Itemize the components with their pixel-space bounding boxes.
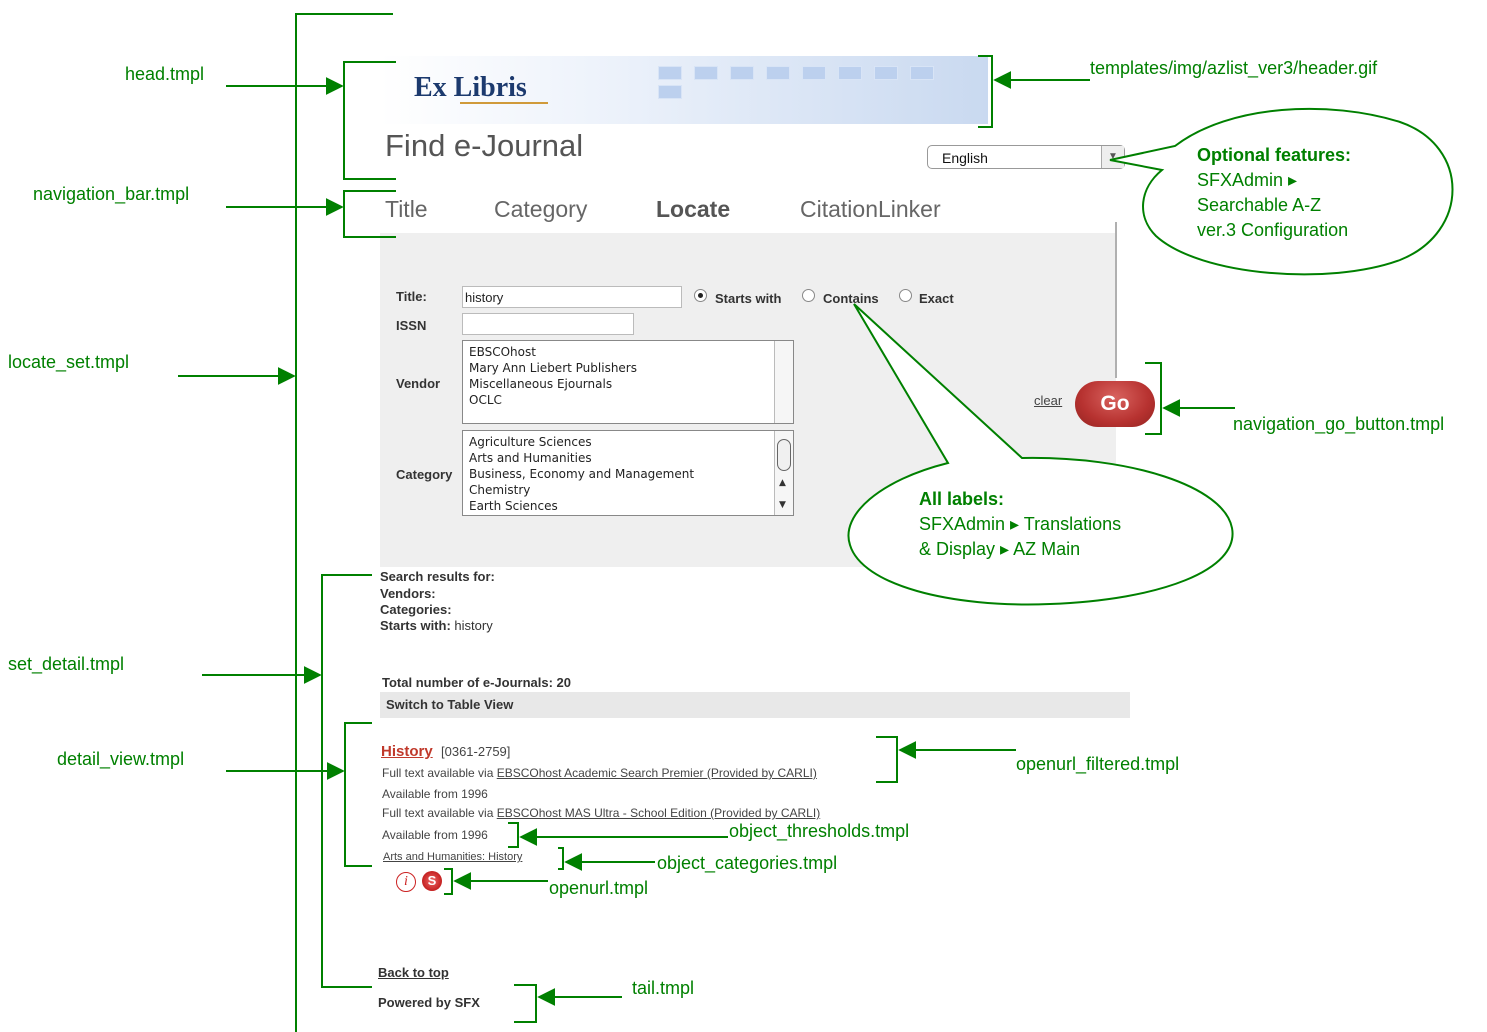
optional-line-2: Searchable A-Z xyxy=(1197,195,1322,215)
vendor-label: Vendor xyxy=(396,376,441,391)
title-label: Title: xyxy=(396,289,427,304)
scroll-down-icon[interactable]: ▼ xyxy=(779,497,786,513)
header-pattern xyxy=(658,66,978,99)
tab-category[interactable]: Category xyxy=(494,196,587,223)
tab-title[interactable]: Title xyxy=(385,196,428,223)
list-item[interactable]: OCLC xyxy=(469,392,787,408)
logo-underline xyxy=(460,102,548,104)
list-item[interactable]: Business, Economy and Management xyxy=(469,466,787,482)
radio-label-starts-with: Starts with xyxy=(715,291,782,306)
detail-view-bracket xyxy=(344,722,372,867)
set-detail-bracket xyxy=(321,574,372,988)
category-scrollbar[interactable]: ▲ ▼ xyxy=(774,431,793,515)
label-head: head.tmpl xyxy=(125,64,205,84)
vendors-line: Vendors: xyxy=(380,586,436,601)
issn-input[interactable] xyxy=(462,313,634,335)
back-to-top-link[interactable]: Back to top xyxy=(378,965,449,980)
label-navigation-bar: navigation_bar.tmpl xyxy=(33,184,190,204)
list-item[interactable]: Chemistry xyxy=(469,482,787,498)
all-labels-title: All labels: xyxy=(919,489,1005,509)
thresholds-bracket xyxy=(508,822,519,848)
powered-by: Powered by SFX xyxy=(378,995,480,1010)
radio-contains[interactable] xyxy=(802,289,815,302)
fulltext-line-1: Full text available via EBSCOhost Academ… xyxy=(382,766,817,780)
search-results-heading: Search results for: xyxy=(380,569,495,584)
openurl-filtered-bracket xyxy=(876,736,898,783)
radio-starts-with[interactable] xyxy=(694,289,707,302)
vendor-scrollbar[interactable] xyxy=(774,341,793,423)
list-item[interactable]: Mary Ann Liebert Publishers xyxy=(469,360,787,376)
label-openurl: openurl.tmpl xyxy=(549,878,649,898)
label-go-button: navigation_go_button.tmpl xyxy=(1233,414,1445,434)
labels-line-2: & Display ▸ AZ Main xyxy=(919,539,1081,559)
list-item[interactable]: Arts and Humanities xyxy=(469,450,787,466)
label-object-categories: object_categories.tmpl xyxy=(657,853,838,873)
label-openurl-filtered: openurl_filtered.tmpl xyxy=(1016,754,1180,774)
optional-features-title: Optional features: xyxy=(1197,145,1352,165)
label-detail-view: detail_view.tmpl xyxy=(57,749,185,769)
categories-line: Categories: xyxy=(380,602,452,617)
optional-features-text: Optional features: SFXAdmin ▸ Searchable… xyxy=(1197,143,1351,243)
page-title: Find e-Journal xyxy=(385,128,584,163)
vendor-listbox[interactable]: EBSCOhost Mary Ann Liebert Publishers Mi… xyxy=(462,340,794,424)
journal-title-link[interactable]: History xyxy=(381,743,433,760)
openurl-bracket xyxy=(444,868,453,895)
spine-line xyxy=(295,13,393,1032)
radio-label-contains: Contains xyxy=(823,291,879,306)
clear-link[interactable]: clear xyxy=(1034,393,1062,408)
go-button[interactable]: Go xyxy=(1075,381,1155,427)
list-item[interactable]: Earth Sciences xyxy=(469,498,787,514)
language-select[interactable]: English ▼ xyxy=(927,145,1125,169)
optional-line-1: SFXAdmin ▸ xyxy=(1197,170,1298,190)
logo: Ex Libris xyxy=(414,72,527,103)
tab-citationlinker[interactable]: CitationLinker xyxy=(800,196,941,223)
label-set-detail: set_detail.tmpl xyxy=(8,654,125,674)
fulltext-line-2: Full text available via EBSCOhost MAS Ul… xyxy=(382,806,821,820)
category-listbox[interactable]: Agriculture Sciences Arts and Humanities… xyxy=(462,430,794,516)
journal-issn: [0361-2759] xyxy=(441,744,511,759)
provider-link-1[interactable]: EBSCOhost Academic Search Premier (Provi… xyxy=(497,766,817,780)
sfx-icon[interactable]: S xyxy=(422,871,442,891)
labels-line-1: SFXAdmin ▸ Translations xyxy=(919,514,1122,534)
title-input[interactable]: history xyxy=(462,286,682,308)
chevron-down-icon[interactable]: ▼ xyxy=(1101,146,1124,168)
label-tail: tail.tmpl xyxy=(632,978,695,998)
scroll-up-icon[interactable]: ▲ xyxy=(779,475,786,491)
list-item[interactable]: EBSCOhost xyxy=(469,344,787,360)
language-value: English xyxy=(942,150,988,166)
radio-exact[interactable] xyxy=(899,289,912,302)
provider-link-2[interactable]: EBSCOhost MAS Ultra - School Edition (Pr… xyxy=(497,806,820,820)
info-icon[interactable]: i xyxy=(396,872,416,892)
switch-table-view-link[interactable]: Switch to Table View xyxy=(386,697,513,712)
optional-line-3: ver.3 Configuration xyxy=(1197,220,1349,240)
list-item[interactable]: Miscellaneous Ejournals xyxy=(469,376,787,392)
title-input-value: history xyxy=(465,290,504,305)
list-item[interactable]: Agriculture Sciences xyxy=(469,434,787,450)
radio-label-exact: Exact xyxy=(919,291,954,306)
category-label: Category xyxy=(396,467,453,482)
tab-locate[interactable]: Locate xyxy=(656,196,730,223)
label-header-gif: templates/img/azlist_ver3/header.gif xyxy=(1090,58,1378,78)
starts-with-line: Starts with: history xyxy=(380,618,493,633)
available-line-2: Available from 1996 xyxy=(382,828,488,842)
all-labels-text: All labels: SFXAdmin ▸ Translations & Di… xyxy=(919,487,1121,562)
scroll-thumb[interactable] xyxy=(777,439,791,471)
issn-label: ISSN xyxy=(396,318,427,333)
categories-bracket xyxy=(558,847,564,870)
available-line-1: Available from 1996 xyxy=(382,787,488,801)
category-link[interactable]: Arts and Humanities: History xyxy=(383,851,522,863)
label-locate-set: locate_set.tmpl xyxy=(8,352,130,372)
tail-bracket xyxy=(514,984,537,1023)
total-count: Total number of e-Journals: 20 xyxy=(382,675,572,690)
label-object-thresholds: object_thresholds.tmpl xyxy=(729,821,910,841)
